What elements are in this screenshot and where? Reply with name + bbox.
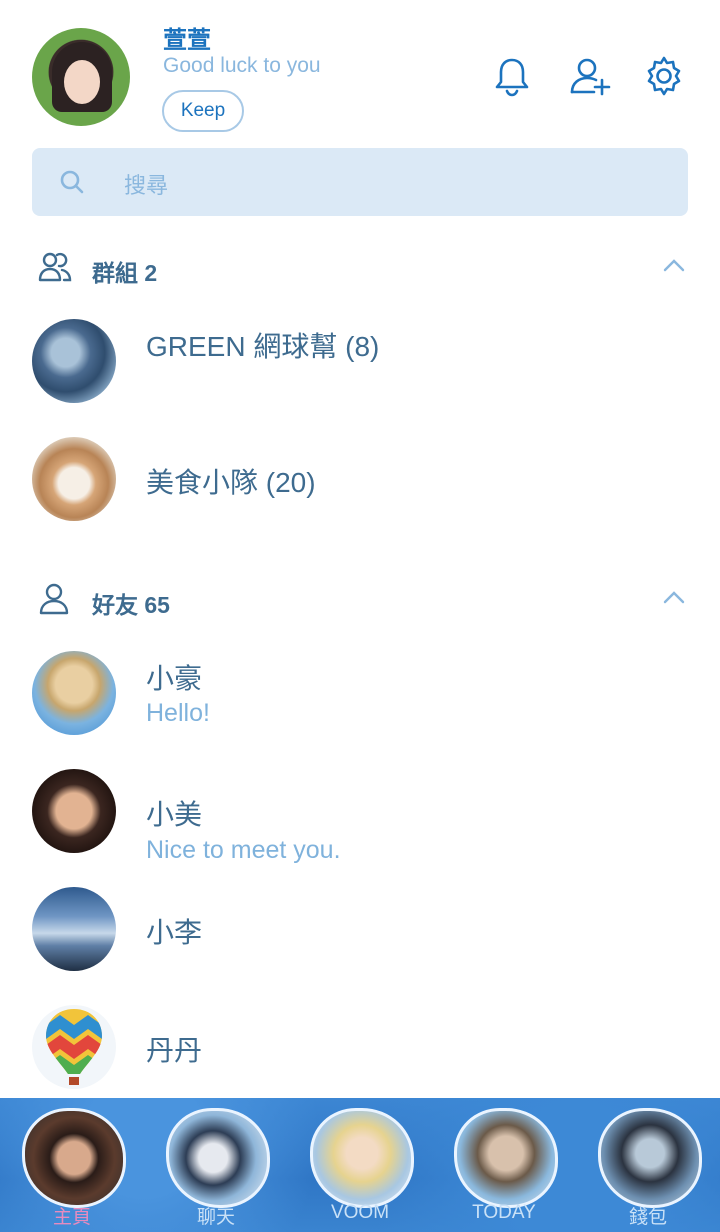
group-row[interactable]: 美食小隊 (20) — [0, 429, 720, 529]
group-name: GREEN 網球幫 (8) — [146, 331, 380, 362]
chevron-up-icon[interactable] — [660, 586, 688, 610]
group-row[interactable]: GREEN 網球幫 (8) — [0, 311, 720, 411]
friends-section-header[interactable]: 好友 65 — [0, 578, 720, 618]
friend-avatar — [32, 887, 116, 971]
group-icon — [38, 250, 72, 284]
search-icon — [58, 168, 86, 196]
search-input[interactable]: 搜尋 — [124, 168, 168, 200]
friends-label: 好友 65 — [92, 592, 170, 618]
friend-avatar — [32, 651, 116, 735]
group-name: 美食小隊 (20) — [146, 467, 316, 498]
friend-name: 小豪 — [146, 663, 203, 694]
group-avatar — [32, 437, 116, 521]
friend-row[interactable]: 小美 Nice to meet you. — [0, 761, 720, 864]
bottom-tab-bar: 主頁 聊天 VOOM TODAY 錢包 — [0, 1098, 720, 1232]
search-bar[interactable]: 搜尋 — [32, 148, 688, 216]
profile-avatar[interactable] — [32, 28, 130, 126]
friend-name: 小美 — [146, 799, 203, 830]
profile-name[interactable]: 萱萱 — [163, 20, 211, 55]
keep-button[interactable]: Keep — [162, 90, 244, 132]
friend-status: Nice to meet you. — [146, 836, 341, 864]
tab-label: 主頁 — [52, 1207, 91, 1228]
friend-avatar — [32, 1005, 116, 1089]
tab-voom[interactable]: VOOM — [288, 1098, 432, 1232]
friend-row[interactable]: 小李 — [0, 879, 720, 979]
voom-icon — [310, 1108, 414, 1208]
groups-section-header[interactable]: 群組 2 — [0, 246, 720, 286]
add-friend-icon[interactable] — [568, 54, 612, 98]
wallet-icon — [598, 1108, 702, 1208]
chevron-up-icon[interactable] — [660, 254, 688, 278]
tab-label: 聊天 — [196, 1207, 235, 1228]
groups-label: 群組 2 — [92, 260, 158, 286]
group-avatar — [32, 319, 116, 403]
tab-home[interactable]: 主頁 — [0, 1098, 144, 1232]
tab-today[interactable]: TODAY — [432, 1098, 576, 1232]
tab-chat[interactable]: 聊天 — [144, 1098, 288, 1232]
friend-row[interactable]: 丹丹 — [0, 997, 720, 1097]
today-icon — [454, 1108, 558, 1208]
tab-wallet[interactable]: 錢包 — [576, 1098, 720, 1232]
friend-name: 丹丹 — [146, 1035, 203, 1066]
friend-avatar — [32, 769, 116, 853]
person-icon — [38, 582, 72, 616]
status-message[interactable]: Good luck to you — [163, 54, 321, 78]
tab-label: 錢包 — [628, 1207, 667, 1228]
tab-label: TODAY — [472, 1202, 536, 1223]
balloon-icon — [46, 1009, 102, 1085]
friend-name: 小李 — [146, 917, 203, 948]
friend-row[interactable]: 小豪 Hello! — [0, 643, 720, 743]
gear-icon[interactable] — [642, 54, 686, 98]
profile-header: 萱萱 Good luck to you Keep — [0, 0, 720, 140]
friend-status: Hello! — [146, 699, 210, 727]
tab-label: VOOM — [330, 1202, 390, 1223]
home-icon — [22, 1108, 126, 1208]
chat-icon — [166, 1108, 270, 1208]
bell-icon[interactable] — [490, 54, 534, 98]
